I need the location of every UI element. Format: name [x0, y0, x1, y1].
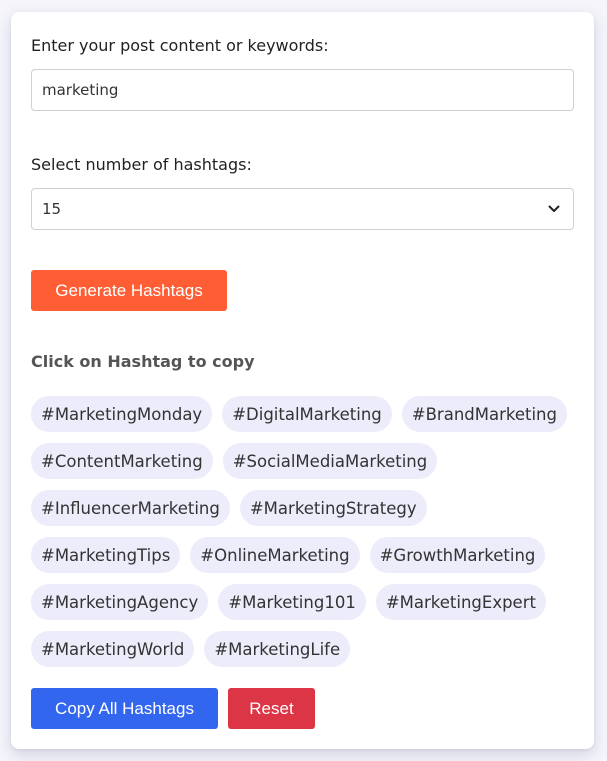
hashtag-chip[interactable]: #MarketingExpert	[375, 584, 546, 620]
copy-all-hashtags-button[interactable]: Copy All Hashtags	[31, 688, 218, 729]
hashtag-chip[interactable]: #MarketingStrategy	[239, 490, 427, 526]
hashtag-chip[interactable]: #DigitalMarketing	[222, 396, 392, 432]
hashtag-chip[interactable]: #GrowthMarketing	[369, 537, 546, 573]
hashtag-chip[interactable]: #MarketingWorld	[31, 631, 195, 667]
hashtag-chip[interactable]: #ContentMarketing	[31, 443, 213, 479]
hashtag-chip[interactable]: #OnlineMarketing	[190, 537, 360, 573]
hashtag-chip[interactable]: #BrandMarketing	[401, 396, 567, 432]
reset-button[interactable]: Reset	[228, 688, 315, 729]
generate-hashtags-button[interactable]: Generate Hashtags	[31, 270, 227, 311]
count-label: Select number of hashtags:	[31, 155, 252, 174]
hashtag-generator-card: Enter your post content or keywords: Sel…	[11, 12, 594, 749]
action-buttons: Copy All Hashtags Reset	[31, 688, 315, 729]
chevron-down-icon	[547, 202, 561, 216]
hashtag-count-value: 15	[42, 200, 62, 218]
hashtag-chip[interactable]: #InfluencerMarketing	[31, 490, 230, 526]
hashtag-chip[interactable]: #MarketingTips	[31, 537, 181, 573]
content-input[interactable]	[31, 69, 574, 111]
hashtag-list: #MarketingMonday #DigitalMarketing #Bran…	[31, 396, 581, 667]
hashtag-count-select[interactable]: 15	[31, 188, 574, 230]
hashtag-chip[interactable]: #Marketing101	[218, 584, 366, 620]
copy-hint-text: Click on Hashtag to copy	[31, 352, 255, 371]
hashtag-chip[interactable]: #MarketingAgency	[31, 584, 209, 620]
hashtag-chip[interactable]: #MarketingMonday	[31, 396, 213, 432]
content-label: Enter your post content or keywords:	[31, 36, 329, 55]
hashtag-chip[interactable]: #SocialMediaMarketing	[222, 443, 438, 479]
hashtag-chip[interactable]: #MarketingLife	[204, 631, 351, 667]
